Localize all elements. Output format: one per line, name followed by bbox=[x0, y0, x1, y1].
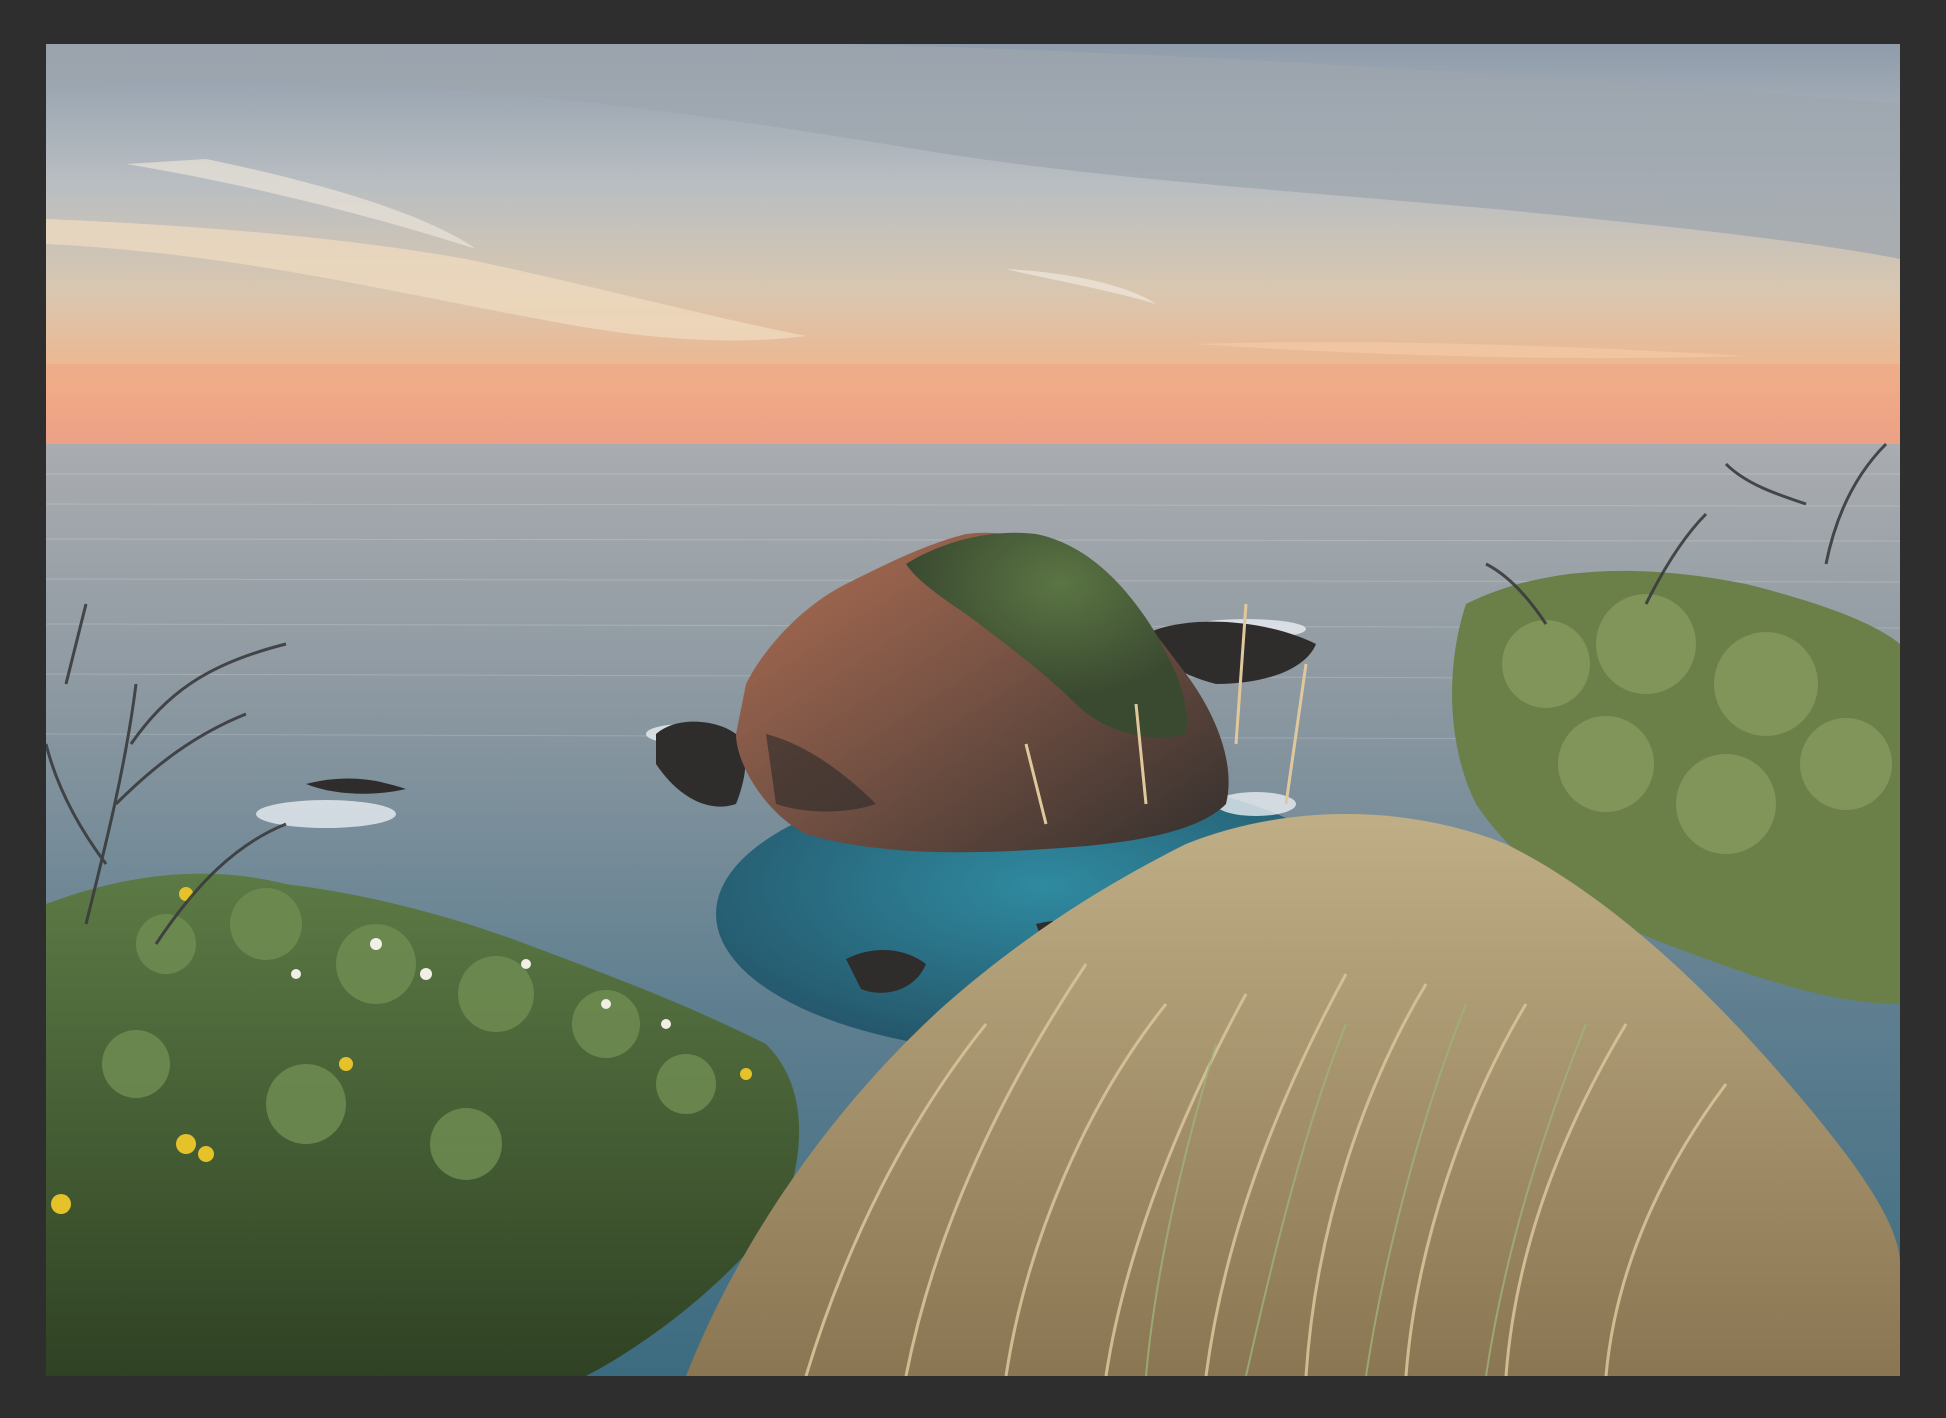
picture-frame bbox=[0, 0, 1946, 1418]
horizon-glow bbox=[46, 364, 1900, 446]
seascape-photo bbox=[46, 44, 1900, 1376]
